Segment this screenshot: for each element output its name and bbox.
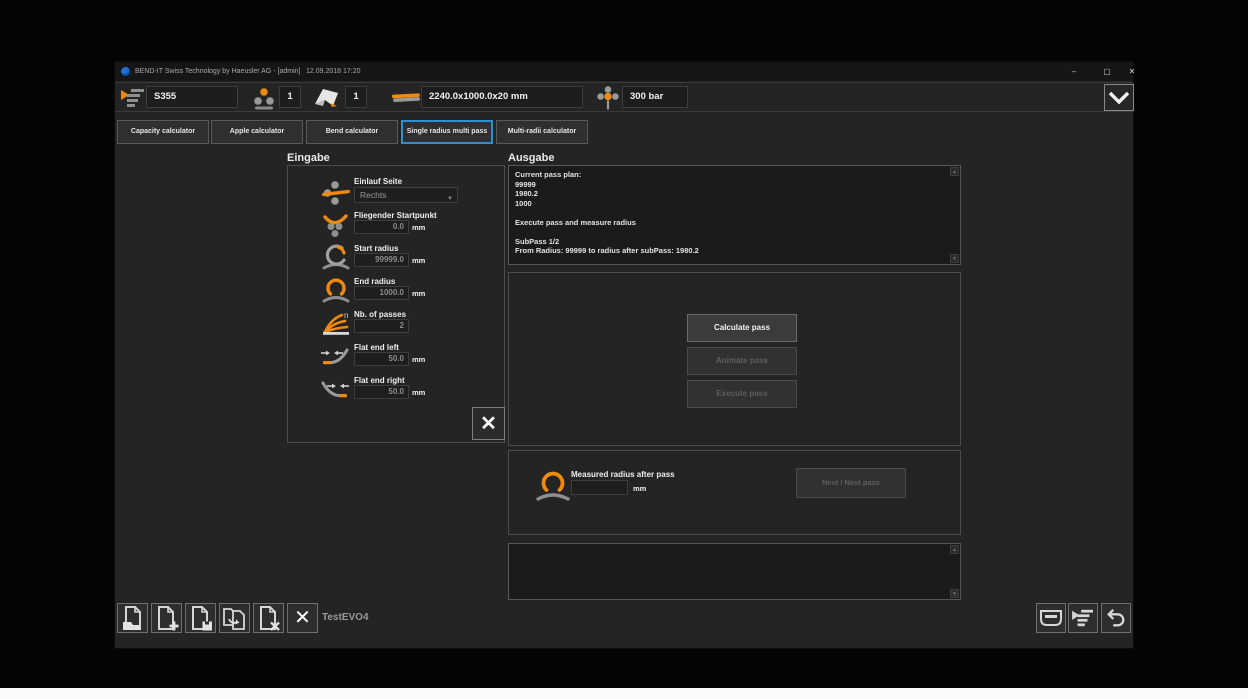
scroll-down-icon[interactable]: ▼ — [950, 254, 959, 263]
delete-project-button[interactable] — [253, 603, 284, 633]
titlebar: BEND-IT Swiss Technology by Haeusler AG … — [115, 62, 1133, 81]
unit-label: mm — [412, 289, 425, 298]
flat-end-right-icon — [320, 377, 350, 401]
load-copy-project-button[interactable] — [219, 603, 250, 633]
unit-label: mm — [412, 223, 425, 232]
flying-start-icon — [322, 212, 350, 238]
undo-icon — [1106, 608, 1126, 628]
copy-file-icon — [222, 605, 248, 631]
start-radius-input[interactable]: 99999.0 — [354, 253, 409, 267]
pass-plan-output[interactable]: Current pass plan: 99999 1980.2 1000 Exe… — [508, 165, 961, 265]
field-label-end-radius: End radius — [354, 277, 395, 286]
maximize-button[interactable]: ▢ — [1098, 65, 1116, 78]
measured-radius-label: Measured radius after pass — [571, 470, 675, 479]
pressure-rolls-icon — [596, 85, 620, 111]
roll-set-icon — [252, 87, 276, 111]
unit-label: mm — [412, 388, 425, 397]
einlauf-seite-dropdown[interactable]: Rechts ▼ — [354, 187, 458, 203]
eingabe-title: Eingabe — [287, 152, 330, 164]
unit-label: mm — [412, 256, 425, 265]
machine-toolbar: S355 1 1 — [115, 82, 1133, 112]
plate-icon — [391, 92, 421, 104]
save-file-icon — [189, 605, 213, 631]
tab-capacity-calculator[interactable]: Capacity calculator — [117, 120, 209, 144]
material-value[interactable]: S355 — [146, 86, 238, 108]
pass-plan-icon — [1071, 608, 1095, 628]
close-project-button[interactable]: ✕ — [287, 603, 318, 633]
expand-toolbar-button[interactable] — [1104, 84, 1134, 111]
pass-plan-list-button[interactable] — [1068, 603, 1098, 633]
sheet-icon — [311, 86, 341, 110]
measured-radius-icon — [535, 471, 571, 503]
unit-label: mm — [412, 355, 425, 364]
save-project-button[interactable] — [185, 603, 216, 633]
execute-pass-button[interactable]: Execute pass — [687, 380, 797, 408]
scroll-up-icon[interactable]: ▲ — [950, 545, 959, 554]
field-label-fliegender-startpunkt: Fliegender Startpunkt — [354, 211, 437, 220]
dropdown-caret-icon: ▼ — [447, 192, 453, 206]
delete-file-icon — [257, 605, 281, 631]
unit-label: mm — [633, 484, 646, 493]
calculate-pass-button[interactable]: Calculate pass — [687, 314, 797, 342]
clear-input-button[interactable]: ✕ — [472, 407, 505, 440]
field-label-start-radius: Start radius — [354, 244, 398, 253]
tool-count-value[interactable]: 1 — [279, 86, 301, 108]
tab-multi-radii-calculator[interactable]: Multi-radii calculator — [496, 120, 588, 144]
pass-actions-panel: Calculate pass Animate pass Execute pass — [508, 272, 961, 446]
measured-radius-input[interactable] — [571, 480, 628, 495]
pressure-value[interactable]: 300 bar — [622, 86, 688, 108]
flat-end-left-input[interactable]: 50.0 — [354, 352, 409, 366]
field-label-nb-of-passes: Nb. of passes — [354, 310, 406, 319]
flat-end-left-icon — [320, 344, 350, 368]
measured-radius-panel: Measured radius after pass mm Next / Nex… — [508, 450, 961, 535]
app-window: BEND-IT Swiss Technology by Haeusler AG … — [115, 62, 1133, 648]
new-project-button[interactable] — [151, 603, 182, 633]
tab-single-radius-multi-pass[interactable]: Single radius multi pass — [401, 120, 493, 144]
fliegender-startpunkt-input[interactable]: 0.0 — [354, 220, 409, 234]
minimize-button[interactable]: – — [1065, 65, 1083, 78]
nb-of-passes-input[interactable]: 2 — [354, 319, 409, 333]
window-content: S355 1 1 — [115, 81, 1133, 648]
field-label-flat-end-right: Flat end right — [354, 376, 405, 385]
field-label-einlauf-seite: Einlauf Seite — [354, 177, 402, 186]
next-pass-button[interactable]: Next / Next pass — [796, 468, 906, 498]
close-icon: ✕ — [294, 608, 311, 628]
log-output[interactable]: ▲ ▼ — [508, 543, 961, 600]
svg-text:n: n — [344, 311, 348, 320]
screen-bottom-strip — [0, 688, 1248, 699]
machine-view-button[interactable] — [1036, 603, 1066, 633]
titlebar-datetime: 12.09.2018 17:20 — [306, 68, 361, 75]
screen: BEND-IT Swiss Technology by Haeusler AG … — [0, 0, 1248, 699]
close-button[interactable]: ✕ — [1123, 65, 1141, 78]
pass-plan-icon — [120, 87, 146, 109]
field-label-flat-end-left: Flat end left — [354, 343, 399, 352]
scroll-down-icon[interactable]: ▼ — [950, 589, 959, 598]
piece-count-value[interactable]: 1 — [345, 86, 367, 108]
end-radius-icon — [321, 277, 351, 305]
new-file-icon — [155, 605, 179, 631]
app-logo-icon — [121, 67, 130, 76]
window-title: BEND-IT Swiss Technology by Haeusler AG … — [135, 68, 300, 75]
open-file-icon — [121, 605, 145, 631]
eingabe-panel: Einlauf Seite Rechts ▼ Fliegender Startp… — [287, 165, 505, 443]
chevron-down-icon — [1108, 91, 1130, 105]
scroll-up-icon[interactable]: ▲ — [950, 167, 959, 176]
flat-end-right-input[interactable]: 50.0 — [354, 385, 409, 399]
einlauf-seite-value: Rechts — [360, 190, 386, 200]
open-project-button[interactable] — [117, 603, 148, 633]
project-name: TestEVO4 — [322, 612, 369, 623]
tab-apple-calculator[interactable]: Apple calculator — [211, 120, 303, 144]
close-icon: ✕ — [480, 414, 497, 434]
machine-icon — [1039, 608, 1063, 628]
animate-pass-button[interactable]: Animate pass — [687, 347, 797, 375]
undo-button[interactable] — [1101, 603, 1131, 633]
tab-bend-calculator[interactable]: Bend calculator — [306, 120, 398, 144]
passes-icon: n — [321, 310, 351, 336]
ausgabe-title: Ausgabe — [508, 152, 554, 164]
start-radius-icon — [321, 244, 351, 272]
end-radius-input[interactable]: 1000.0 — [354, 286, 409, 300]
plate-dimensions-value[interactable]: 2240.0x1000.0x20 mm — [421, 86, 583, 108]
infeed-side-rolls-icon — [322, 180, 350, 206]
pass-plan-output-text: Current pass plan: 99999 1980.2 1000 Exe… — [515, 170, 946, 256]
